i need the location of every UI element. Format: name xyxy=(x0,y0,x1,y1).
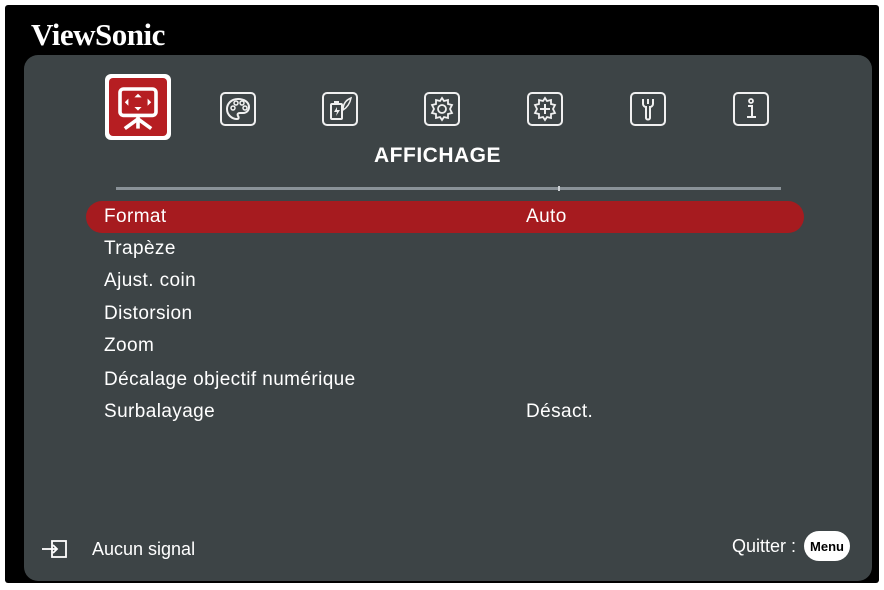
menu-item-label: Distorsion xyxy=(104,303,193,324)
power-management-icon xyxy=(330,96,353,120)
exit-hint: Quitter : Menu xyxy=(732,531,850,561)
tab-display[interactable] xyxy=(105,74,171,140)
tab-system[interactable] xyxy=(630,92,666,126)
divider-marker xyxy=(558,186,560,191)
menu-item-label: Zoom xyxy=(104,335,155,356)
menu-item-label: Trapèze xyxy=(104,238,176,259)
tab-basic[interactable] xyxy=(424,92,460,126)
menu-item-label: Décalage objectif numérique xyxy=(104,369,356,390)
exit-label: Quitter : xyxy=(731,535,796,556)
palette-icon xyxy=(225,97,251,121)
section-divider xyxy=(116,186,781,191)
menu-item-value: Auto xyxy=(526,206,567,227)
menu-item-zoom[interactable]: Zoom xyxy=(86,330,804,362)
menu-item-format[interactable]: Format Auto xyxy=(86,201,804,233)
wrench-icon xyxy=(642,99,654,121)
menu-item-keystone[interactable]: Trapèze xyxy=(86,233,804,265)
signal-status: Aucun signal xyxy=(40,538,195,560)
menu-item-overscan[interactable]: Surbalayage Désact. xyxy=(86,396,804,428)
tab-power[interactable] xyxy=(322,92,358,126)
display-icon xyxy=(118,87,158,131)
menu-item-label: Format xyxy=(104,206,167,227)
menu-item-label: Surbalayage xyxy=(104,401,216,422)
tab-advanced[interactable] xyxy=(527,92,563,126)
osd-menu-panel: AFFICHAGE Format Auto Trapèze Ajust. coi… xyxy=(24,55,872,581)
menu-item-digital-lens-shift[interactable]: Décalage objectif numérique xyxy=(86,364,804,396)
advanced-settings-icon xyxy=(533,96,557,122)
menu-item-corner-adjust[interactable]: Ajust. coin xyxy=(86,265,804,297)
menu-item-label: Ajust. coin xyxy=(104,270,197,291)
basic-settings-icon xyxy=(430,96,454,122)
menu-item-value: Désact. xyxy=(526,401,594,422)
osd-frame: ViewSonic AFFICHAGE Format Auto Trapèze … xyxy=(5,5,879,583)
tab-information[interactable] xyxy=(733,92,769,126)
info-icon xyxy=(747,98,756,118)
signal-status-text: Aucun signal xyxy=(92,538,196,559)
section-title: AFFICHAGE xyxy=(374,144,501,167)
menu-button[interactable]: Menu xyxy=(804,531,850,561)
menu-item-distortion[interactable]: Distorsion xyxy=(86,298,804,330)
brand-logo: ViewSonic xyxy=(31,17,165,52)
tab-picture[interactable] xyxy=(220,92,256,126)
input-source-icon xyxy=(42,540,67,558)
